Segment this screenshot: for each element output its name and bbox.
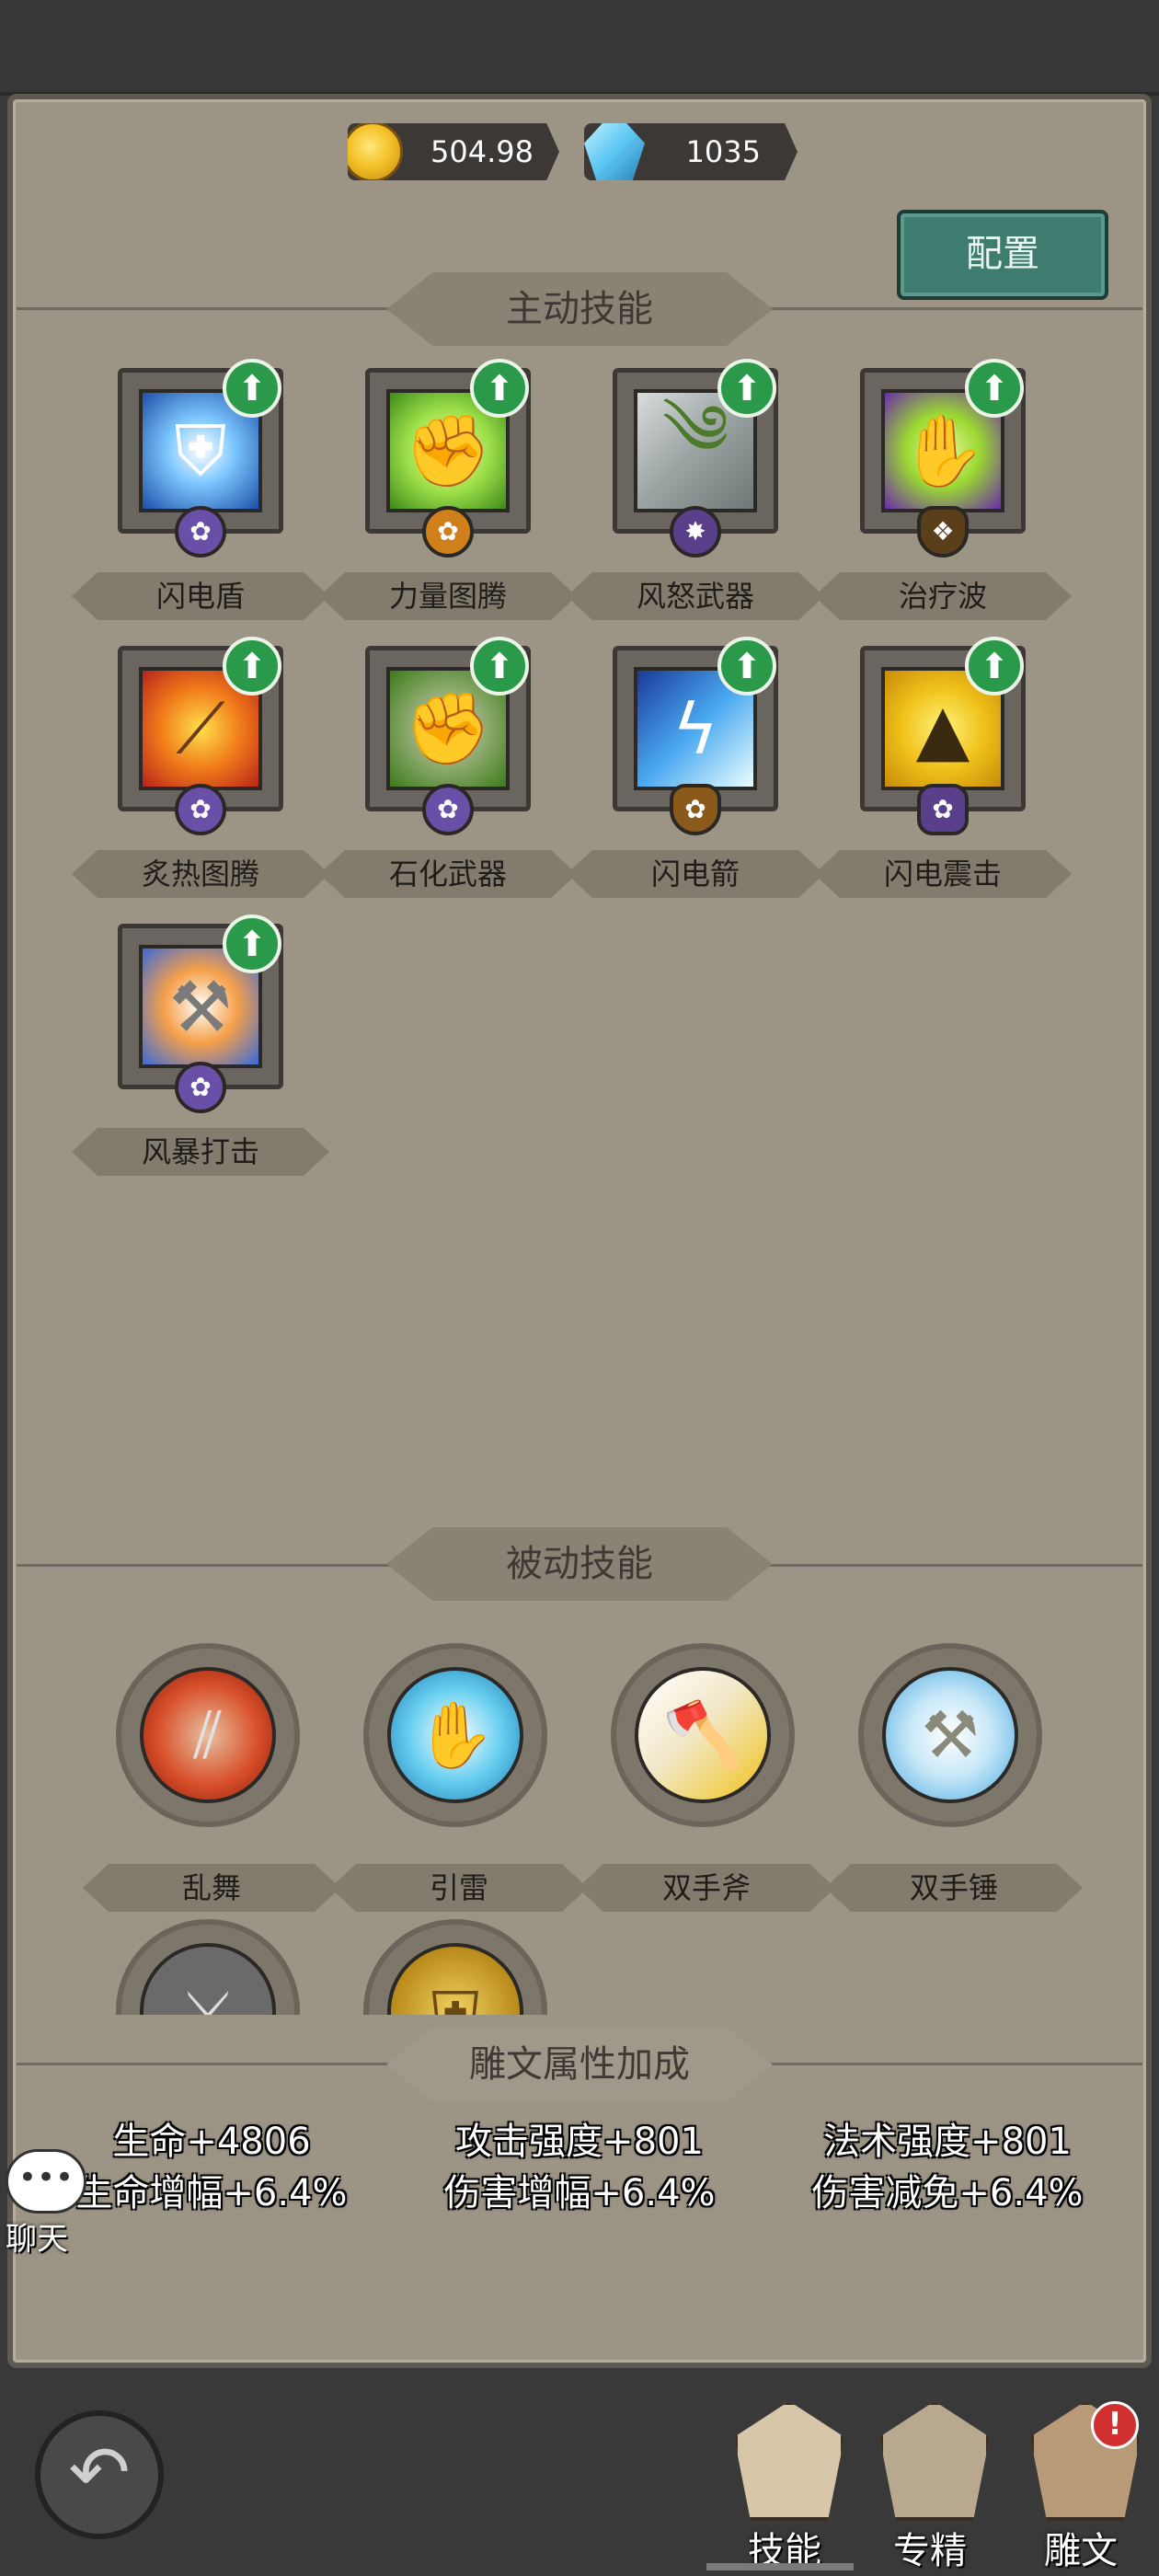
armor-icon: ⛨ [387,1943,523,2015]
skill-card[interactable]: ⛨ ⬆ ✿ 闪电盾 [72,359,329,635]
passive-skill-card[interactable]: 🪓 双手斧 [578,1643,835,1919]
skill-name: 力量图腾 [319,572,577,620]
skill-name: 风暴打击 [72,1128,329,1176]
active-tab-indicator [706,2563,854,2570]
gem-icon [584,123,645,180]
passive-skill-card[interactable]: ✋ 引雷 [330,1643,588,1919]
skill-card[interactable]: ✊ ⬆ ✿ 石化武器 [319,637,577,913]
passive-frame: 🪓 [611,1643,795,1827]
skill-name: 炙热图腾 [72,850,329,898]
chat-label: 聊天 [6,2221,68,2258]
skill-name: 风怒武器 [567,572,824,620]
stat-damage-boost: 伤害增幅+6.4% [443,2172,716,2214]
skill-card[interactable]: ▲ ⬆ ✿ 闪电震击 [814,637,1072,913]
claws-icon: ⫽ [140,1667,276,1803]
passive-skill-card[interactable]: ⫽ 乱舞 [83,1643,340,1919]
chat-button[interactable]: ••• 聊天 [6,2149,86,2258]
gold-counter: 504.98万 [348,123,559,180]
upgrade-arrow-icon[interactable]: ⬆ [965,359,1024,418]
top-bar [0,0,1159,96]
skill-card[interactable]: ⚒ ⬆ ✿ 风暴打击 [72,914,329,1190]
passive-frame: ⫽ [116,1643,300,1827]
passive-skill-card-partial[interactable]: ⚔ [116,1919,300,2015]
passive-skills-title: 被动技能 [386,1527,773,1601]
back-arrow-icon[interactable]: ↶ [35,2410,164,2539]
nav-glyphs-label: 雕文 [1044,2530,1118,2572]
active-skills-title: 主动技能 [386,272,773,346]
rune-icon: ✿ [422,506,474,558]
nav-mastery[interactable]: 专精 [852,2392,1008,2576]
glyph-bonus-title: 雕文属性加成 [386,2028,773,2101]
upgrade-arrow-icon[interactable]: ⬆ [965,637,1024,696]
rune-icon: ❖ [917,506,969,558]
nav-skills[interactable]: 技能 [706,2392,863,2576]
mastery-tab-icon [879,2401,990,2521]
passive-frame: ⚔ [116,1919,300,2015]
upgrade-arrow-icon[interactable]: ⬆ [470,637,529,696]
skill-name: 治疗波 [814,572,1072,620]
gold-coin-icon [348,123,403,180]
gem-amount: 1035 [685,134,761,169]
passive-skill-name: 双手锤 [825,1864,1083,1912]
rune-icon: ✿ [175,784,226,835]
passive-skill-name: 乱舞 [83,1864,340,1912]
passive-frame: ✋ [363,1643,547,1827]
crossed-swords-icon: ⚔ [140,1943,276,2015]
skill-name: 闪电震击 [814,850,1072,898]
rune-icon: ✿ [175,506,226,558]
skill-card[interactable]: ϟ ⬆ ✿ 闪电箭 [567,637,824,913]
upgrade-arrow-icon[interactable]: ⬆ [717,359,776,418]
upgrade-arrow-icon[interactable]: ⬆ [223,359,281,418]
passive-frame: ⚒ [858,1643,1042,1827]
rune-icon: ✿ [917,784,969,835]
skill-card[interactable]: ✊ ⬆ ✿ 力量图腾 [319,359,577,635]
alert-badge-icon: ! [1091,2401,1139,2449]
rune-icon: ✿ [175,1062,226,1113]
passive-skill-card-partial[interactable]: ⛨ [363,1919,547,2015]
chat-bubble-icon: ••• [6,2149,86,2214]
lightning-hand-icon: ✋ [387,1667,523,1803]
stat-damage-reduction: 伤害减免+6.4% [811,2172,1084,2214]
gem-counter: 1035 [584,123,798,180]
skill-card[interactable]: ༄ ⬆ ✸ 风怒武器 [567,359,824,635]
upgrade-arrow-icon[interactable]: ⬆ [717,637,776,696]
passive-skill-name: 引雷 [330,1864,588,1912]
rune-icon: ✿ [670,784,721,835]
rune-icon: ✸ [670,506,721,558]
skills-tab-icon [734,2401,844,2521]
upgrade-arrow-icon[interactable]: ⬆ [223,914,281,973]
passive-frame: ⛨ [363,1919,547,2015]
upgrade-arrow-icon[interactable]: ⬆ [223,637,281,696]
skill-name: 石化武器 [319,850,577,898]
skill-name: 闪电盾 [72,572,329,620]
passive-skill-name: 双手斧 [578,1864,835,1912]
rune-icon: ✿ [422,784,474,835]
skill-card[interactable]: ⟋ ⬆ ✿ 炙热图腾 [72,637,329,913]
skill-card[interactable]: ✋ ⬆ ❖ 治疗波 [814,359,1072,635]
two-handed-mace-icon: ⚒ [882,1667,1018,1803]
two-handed-axe-icon: 🪓 [635,1667,771,1803]
skill-name: 闪电箭 [567,850,824,898]
stat-attack-power: 攻击强度+801 [455,2121,704,2163]
nav-mastery-label: 专精 [893,2530,967,2572]
upgrade-arrow-icon[interactable]: ⬆ [470,359,529,418]
passive-skill-card[interactable]: ⚒ 双手锤 [825,1643,1083,1919]
config-button[interactable]: 配置 [897,210,1108,300]
stat-spell-power: 法术强度+801 [823,2121,1072,2163]
